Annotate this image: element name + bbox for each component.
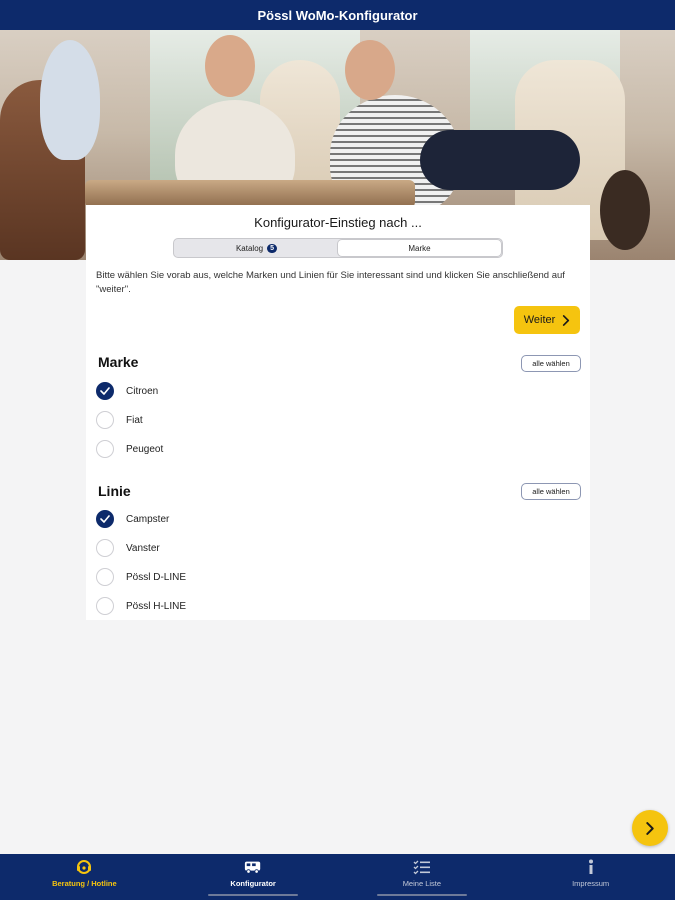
checklist-icon [413,859,431,875]
chevron-right-icon [563,314,570,326]
option-label: Pössl D-LINE [126,571,187,583]
tab-label: Meine Liste [402,879,442,888]
app-title-bar: Pössl WoMo-Konfigurator [0,0,675,30]
option-label: Fiat [126,414,143,426]
option-label: Citroen [126,385,159,397]
checked-icon[interactable] [96,510,114,528]
headset-icon [75,859,93,875]
option-label: Campster [126,513,170,525]
segment-katalog[interactable]: Katalog 5 [175,240,338,256]
tab-beratung-hotline[interactable]: Beratung / Hotline [0,854,169,900]
tab-meine-liste[interactable]: Meine Liste [338,854,507,900]
unchecked-icon[interactable] [96,539,114,557]
weiter-button[interactable]: Weiter [514,306,580,334]
marke-option-peugeot[interactable]: Peugeot [96,438,163,460]
katalog-count-badge: 5 [267,243,278,253]
segment-marke[interactable]: Marke [338,240,501,256]
option-label: Peugeot [126,443,164,455]
linie-option-d-line[interactable]: Pössl D-LINE [96,566,186,588]
option-label: Pössl H-LINE [126,600,187,612]
app-title: Pössl WoMo-Konfigurator [257,7,418,23]
tab-label: Impressum [572,879,610,888]
segment-katalog-label: Katalog [235,243,264,253]
tab-impressum[interactable]: Impressum [506,854,675,900]
tab-konfigurator[interactable]: Konfigurator [169,854,338,900]
card-title: Konfigurator-Einstieg nach ... [254,215,422,230]
unchecked-icon[interactable] [96,411,114,429]
bottom-tab-bar: Beratung / Hotline Konfigurator Meine Li… [0,854,675,900]
entry-segmented-control: Katalog 5 Marke [173,238,503,258]
active-tab-indicator [208,894,299,896]
tab-label: Beratung / Hotline [52,879,117,888]
chevron-right-icon [646,821,654,835]
marke-section-title: Marke [98,354,139,370]
marke-option-fiat[interactable]: Fiat [96,409,143,431]
option-label: Vanster [126,542,160,554]
camper-van-icon [244,859,262,875]
configurator-card: Konfigurator-Einstieg nach ... Katalog 5… [86,205,590,620]
weiter-label: Weiter [523,314,556,326]
unchecked-icon[interactable] [96,568,114,586]
linie-option-campster[interactable]: Campster [96,508,169,530]
linie-option-vanster[interactable]: Vanster [96,537,160,559]
linie-section-title: Linie [98,483,131,499]
segment-marke-label: Marke [408,243,431,253]
tab-indicator [376,894,467,896]
tab-label: Konfigurator [230,879,276,888]
linie-select-all-button[interactable]: alle wählen [521,483,581,500]
intro-text: Bitte wählen Sie vorab aus, welche Marke… [96,270,565,295]
linie-option-h-line[interactable]: Pössl H-LINE [96,595,186,617]
marke-option-citroen[interactable]: Citroen [96,380,158,402]
next-fab-button[interactable] [632,810,668,846]
checked-icon[interactable] [96,382,114,400]
info-icon [582,859,600,875]
unchecked-icon[interactable] [96,440,114,458]
unchecked-icon[interactable] [96,597,114,615]
marke-select-all-button[interactable]: alle wählen [521,355,581,372]
